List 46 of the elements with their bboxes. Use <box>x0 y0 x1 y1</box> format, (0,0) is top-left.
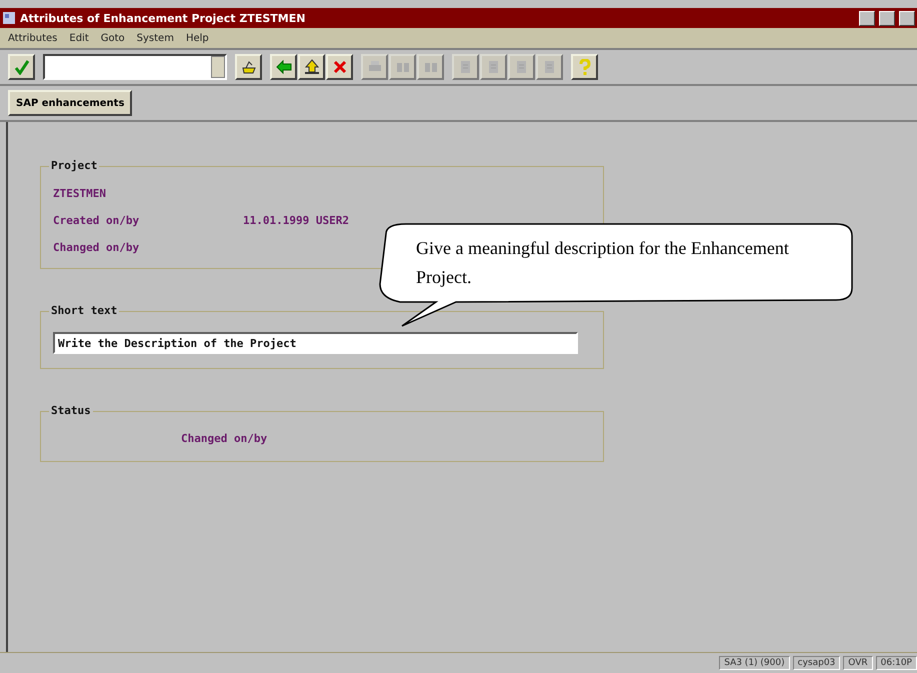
input-field[interactable]: Write the Description of the Project <box>53 332 578 354</box>
status-field: SA3 (1) (900) <box>719 656 790 670</box>
checkmark-icon <box>14 59 30 75</box>
toolbar-button[interactable] <box>298 54 325 80</box>
minimize-button[interactable] <box>859 10 875 26</box>
menu-item[interactable]: System <box>136 32 174 44</box>
group-title: Status <box>49 404 93 417</box>
toolbar-button[interactable] <box>8 54 35 80</box>
app-icon <box>2 11 16 25</box>
command-field[interactable] <box>43 54 227 80</box>
menu-item[interactable]: Help <box>186 32 209 44</box>
binoculars-icon <box>424 60 438 74</box>
field-label: Changed on/by <box>181 432 268 445</box>
up-arrow-icon <box>304 59 320 75</box>
menu-item[interactable]: Edit <box>69 32 89 44</box>
sap-enhancements-button[interactable]: SAP enhancements <box>8 90 132 116</box>
close-icon <box>332 60 346 74</box>
toolbar-button[interactable] <box>571 54 598 80</box>
question-mark-icon <box>578 59 590 75</box>
field-label: Created on/by <box>53 214 140 227</box>
group-title: Project <box>49 159 100 172</box>
project-name: ZTESTMEN <box>53 187 106 200</box>
field-value: 11.01.1999 USER2 <box>243 214 349 227</box>
binoculars-icon <box>396 60 410 74</box>
group-title: Short text <box>49 304 120 317</box>
menu-item[interactable]: Goto <box>100 32 125 44</box>
dropdown-button[interactable] <box>211 56 225 78</box>
page-icon <box>458 60 472 74</box>
maximize-button[interactable] <box>879 10 895 26</box>
toolbar-button[interactable] <box>270 54 297 80</box>
toolbar-button[interactable] <box>326 54 353 80</box>
status-field: cysap03 <box>792 656 840 670</box>
page-icon <box>542 60 556 74</box>
printer-icon <box>368 60 382 74</box>
status-field: 06:10P <box>876 656 917 670</box>
left-arrow-icon <box>276 60 292 74</box>
page-icon <box>514 60 528 74</box>
callout-text: Give a meaningful description for the Enhancement Project. <box>416 237 790 289</box>
menu-item[interactable]: Attributes <box>8 32 58 44</box>
toolbar-button[interactable] <box>235 54 262 80</box>
page-icon <box>486 60 500 74</box>
status-field: OVR <box>843 656 873 670</box>
window-title: Attributes of Enhancement Project ZTESTMEN <box>20 12 306 24</box>
close-button[interactable] <box>899 10 915 26</box>
field-label: Changed on/by <box>53 241 140 254</box>
tray-icon <box>240 60 256 74</box>
